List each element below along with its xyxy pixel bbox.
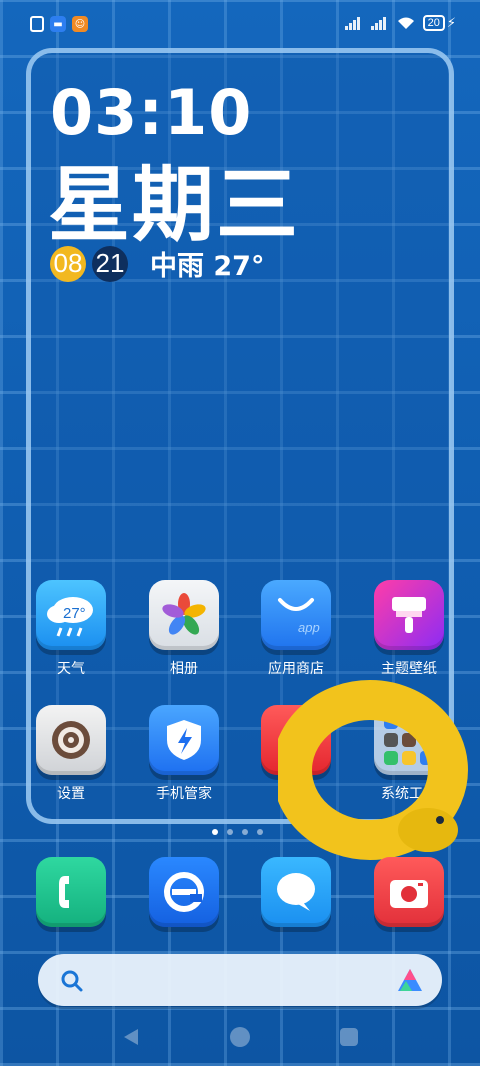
app-label: 天气 [57,661,85,677]
dock-messages[interactable] [246,857,346,927]
battery-level: 20 [427,17,440,29]
weekday-label: 星期三 [48,158,301,253]
app-notification-icon: ☺ [72,16,88,32]
search-icon [61,970,83,992]
phone-icon [36,857,106,927]
app-themes[interactable]: 主题壁纸 [359,580,459,678]
back-icon[interactable] [120,1026,142,1048]
day-badge: 21 [92,245,128,282]
dock-camera[interactable] [359,857,459,927]
signal-2-icon [370,16,389,30]
app-gallery[interactable]: 相册 [134,580,234,678]
app-store-icon: app [261,580,331,650]
weather-icon: 27° [36,580,106,650]
search-bar[interactable] [38,954,442,1006]
app-label: 设置 [57,786,85,802]
month-badge: 08 [50,245,86,282]
date-weather-row: 08 21 中雨 27° [50,244,264,283]
app-label: 相册 [170,661,198,677]
battery-icon: 20 [422,15,445,31]
status-bar: ▬ ☺ 20 ⚡ [0,0,480,48]
settings-gear-icon [36,705,106,775]
page-dot[interactable] [227,829,233,835]
game-app-icon: ▬ [50,16,66,32]
app-store[interactable]: app 应用商店 [246,580,346,678]
app-settings[interactable]: 设置 [21,705,121,803]
charging-icon: ⚡ [446,15,456,31]
app-label: 手机管家 [156,786,212,802]
dock-browser[interactable] [134,857,234,927]
home-icon[interactable] [229,1026,251,1048]
page-dot[interactable] [242,829,248,835]
page-dot[interactable] [257,829,263,835]
theme-brush-icon [374,580,444,650]
page-dot[interactable] [212,829,218,835]
assistant-logo-icon[interactable] [396,967,424,993]
browser-icon [149,857,219,927]
wallpaper-swim-ring-decoration [278,680,468,860]
weather-icon-temp: 27° [63,605,86,622]
page-indicator[interactable] [212,829,263,835]
gallery-icon [149,580,219,650]
weather-summary[interactable]: 中雨 27° [150,244,264,283]
signal-1-icon [344,16,363,30]
recents-icon[interactable] [338,1026,360,1048]
nfc-icon [30,16,44,32]
app-weather[interactable]: 27° 天气 [21,580,121,678]
wifi-icon [397,17,414,29]
security-shield-icon [149,705,219,775]
camera-icon [374,857,444,927]
navigation-bar [0,1020,480,1066]
app-store-icon-text: app [298,620,320,635]
app-phone-manager[interactable]: 手机管家 [134,705,234,803]
dock-phone[interactable] [21,857,121,927]
messages-icon [261,857,331,927]
